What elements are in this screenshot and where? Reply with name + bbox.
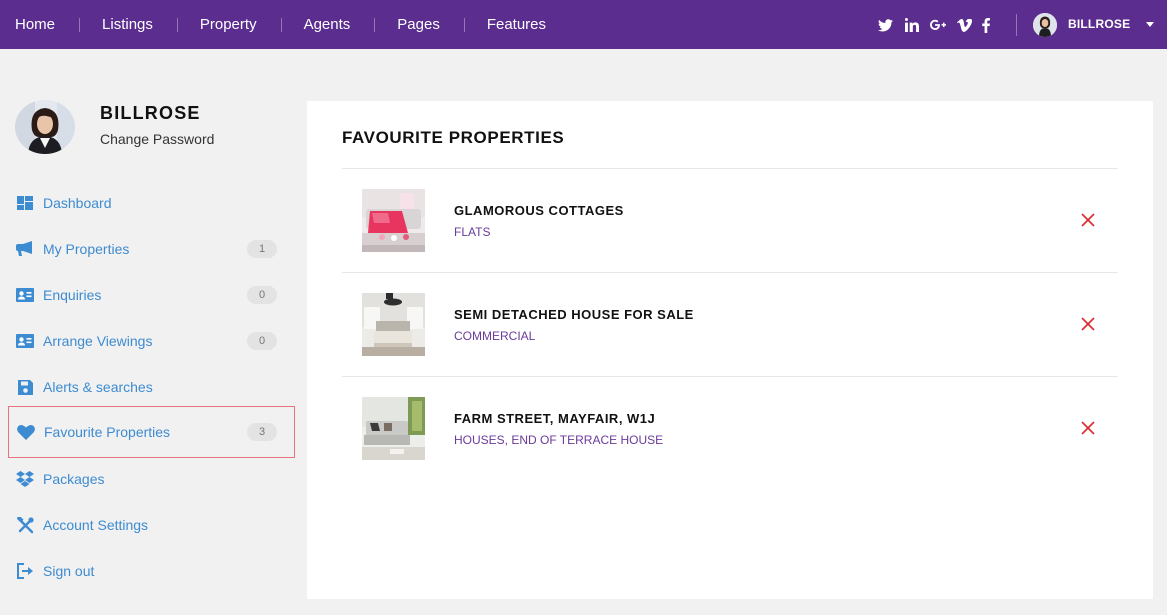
property-title[interactable]: GLAMOROUS COTTAGES — [454, 203, 624, 218]
profile-avatar — [15, 100, 75, 154]
id-card-icon — [16, 332, 34, 350]
social-links — [876, 16, 992, 34]
sidebar-item-account-settings[interactable]: Account Settings — [8, 502, 295, 548]
sidebar-item-label: Arrange Viewings — [43, 333, 153, 349]
close-icon — [1081, 421, 1095, 435]
sidebar-item-favourite-properties[interactable]: Favourite Properties 3 — [8, 406, 295, 458]
top-navigation-bar: Home Listings Property Agents Pages Feat… — [0, 0, 1167, 49]
sidebar-item-label: My Properties — [43, 241, 130, 257]
nav-pages[interactable]: Pages — [397, 0, 440, 49]
property-title[interactable]: SEMI DETACHED HOUSE FOR SALE — [454, 307, 694, 322]
sidebar-item-label: Sign out — [43, 563, 95, 579]
nav-divider — [79, 17, 81, 32]
sign-out-icon — [16, 562, 34, 580]
google-plus-icon[interactable] — [929, 16, 947, 34]
sidebar-item-my-properties[interactable]: My Properties 1 — [8, 226, 295, 272]
list-item: FARM STREET, MAYFAIR, W1J HOUSES, END OF… — [342, 377, 1118, 481]
sidebar-item-sign-out[interactable]: Sign out — [8, 548, 295, 594]
facebook-icon[interactable] — [980, 16, 992, 34]
twitter-icon[interactable] — [876, 16, 894, 34]
favourites-panel: FAVOURITE PROPERTIES GLAMOROUS COTTAGES … — [307, 101, 1153, 599]
count-badge: 1 — [247, 240, 277, 258]
sidebar-item-label: Enquiries — [43, 287, 102, 303]
nav-divider — [280, 17, 282, 32]
page-title: FAVOURITE PROPERTIES — [342, 128, 565, 147]
vimeo-icon[interactable] — [955, 16, 973, 34]
list-item: SEMI DETACHED HOUSE FOR SALE COMMERCIAL — [342, 273, 1118, 377]
remove-favourite-button[interactable] — [1079, 419, 1097, 437]
list-item: GLAMOROUS COTTAGES FLATS — [342, 169, 1118, 273]
megaphone-icon — [16, 240, 34, 258]
dashboard-icon — [16, 194, 34, 212]
property-category: COMMERCIAL — [454, 329, 536, 343]
change-password-link[interactable]: Change Password — [100, 131, 214, 147]
sidebar-item-enquiries[interactable]: Enquiries 0 — [8, 272, 295, 318]
nav-listings[interactable]: Listings — [102, 0, 153, 49]
close-icon — [1081, 213, 1095, 227]
remove-favourite-button[interactable] — [1079, 315, 1097, 333]
heart-icon — [17, 423, 35, 441]
property-thumbnail[interactable] — [362, 397, 425, 460]
count-badge: 3 — [247, 423, 277, 441]
sidebar-item-label: Favourite Properties — [44, 424, 171, 440]
nav-divider — [463, 17, 465, 32]
save-icon — [16, 378, 34, 396]
user-divider — [1016, 14, 1017, 36]
id-card-icon — [16, 286, 34, 304]
nav-divider — [374, 17, 376, 32]
count-badge: 0 — [247, 286, 277, 304]
sidebar-item-label: Account Settings — [43, 517, 149, 533]
dropbox-icon — [16, 470, 34, 488]
remove-favourite-button[interactable] — [1079, 211, 1097, 229]
user-menu-name[interactable]: BILLROSE — [1068, 17, 1130, 31]
count-badge: 0 — [247, 332, 277, 350]
tools-icon — [16, 516, 34, 534]
nav-home[interactable]: Home — [15, 0, 55, 49]
nav-divider — [176, 17, 178, 32]
sidebar-item-arrange-viewings[interactable]: Arrange Viewings 0 — [8, 318, 295, 364]
main-nav: Home Listings Property Agents Pages Feat… — [0, 0, 546, 49]
sidebar-item-dashboard[interactable]: Dashboard — [8, 180, 295, 226]
linkedin-icon[interactable] — [903, 16, 921, 34]
nav-features[interactable]: Features — [487, 0, 546, 49]
property-title[interactable]: FARM STREET, MAYFAIR, W1J — [454, 411, 655, 426]
property-thumbnail[interactable] — [362, 293, 425, 356]
avatar[interactable] — [1033, 13, 1057, 37]
nav-agents[interactable]: Agents — [304, 0, 351, 49]
sidebar-item-label: Packages — [43, 471, 105, 487]
profile-name: BILLROSE — [100, 103, 201, 123]
sidebar-item-alerts-searches[interactable]: Alerts & searches — [8, 364, 295, 410]
nav-property[interactable]: Property — [200, 0, 257, 49]
sidebar-item-packages[interactable]: Packages — [8, 456, 295, 502]
property-category: HOUSES, END OF TERRACE HOUSE — [454, 433, 664, 447]
sidebar-item-label: Alerts & searches — [43, 379, 153, 395]
property-thumbnail[interactable] — [362, 189, 425, 252]
sidebar-item-label: Dashboard — [43, 195, 112, 211]
caret-down-icon[interactable] — [1146, 22, 1154, 27]
close-icon — [1081, 317, 1095, 331]
property-category: FLATS — [454, 225, 491, 239]
